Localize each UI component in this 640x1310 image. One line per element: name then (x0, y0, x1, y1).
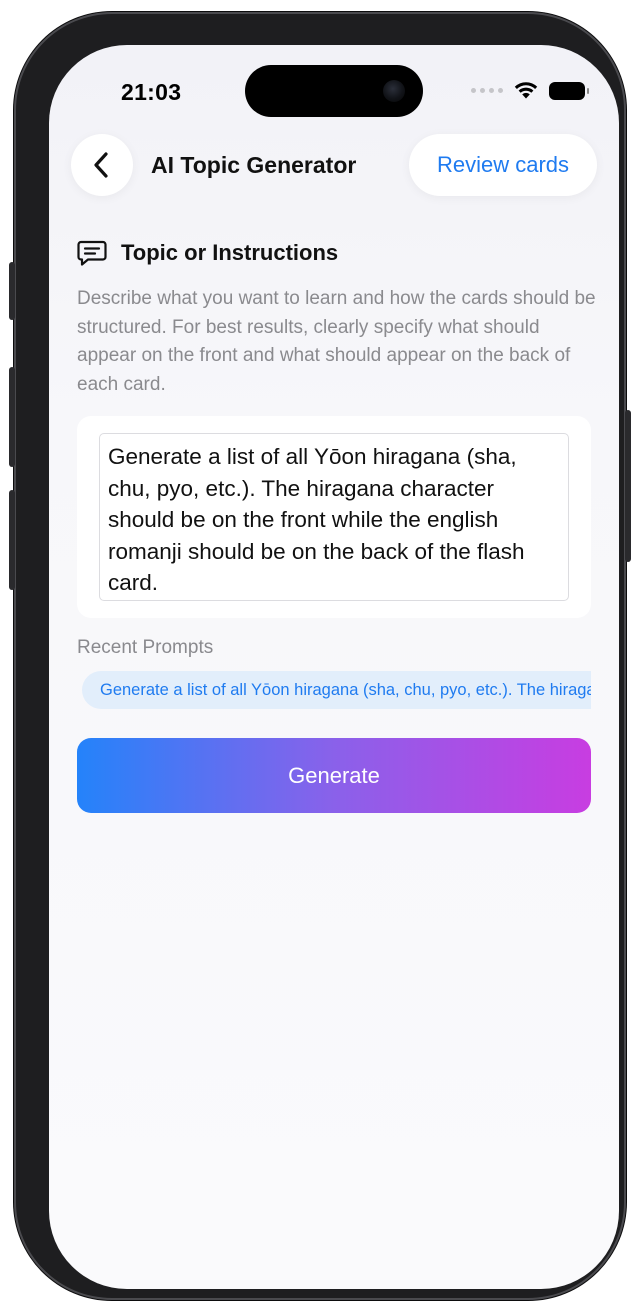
message-icon (77, 240, 107, 266)
recent-prompt-chip[interactable]: Generate a list of all Yōon hiragana (sh… (82, 671, 591, 709)
action-button (9, 262, 15, 320)
generate-button[interactable]: Generate (77, 738, 591, 813)
app-screen: 21:03 AI Topic Generator Review cards To… (49, 45, 619, 1289)
status-icons (471, 81, 589, 100)
battery-icon (549, 81, 589, 100)
wifi-icon (514, 82, 538, 99)
recent-prompts-list[interactable]: Generate a list of all Yōon hiragana (sh… (77, 671, 591, 711)
dynamic-island (245, 65, 423, 117)
camera-icon (383, 80, 405, 102)
topic-textarea[interactable]: Generate a list of all Yōon hiragana (sh… (99, 433, 569, 601)
status-time: 21:03 (121, 79, 182, 105)
section-header: Topic or Instructions (77, 239, 338, 267)
recent-prompts-label: Recent Prompts (77, 637, 214, 658)
back-button[interactable] (71, 134, 133, 196)
volume-up-button (9, 367, 15, 467)
review-cards-button[interactable]: Review cards (409, 134, 597, 196)
phone-frame: 21:03 AI Topic Generator Review cards To… (9, 12, 631, 1300)
power-button (625, 410, 631, 562)
topic-input-card: Generate a list of all Yōon hiragana (sh… (77, 416, 591, 618)
section-description: Describe what you want to learn and how … (77, 288, 596, 395)
cellular-signal-icon (471, 88, 503, 93)
section-title: Topic or Instructions (121, 240, 339, 265)
page-title: AI Topic Generator (151, 152, 357, 178)
volume-down-button (9, 490, 15, 590)
chevron-left-icon (94, 152, 108, 178)
